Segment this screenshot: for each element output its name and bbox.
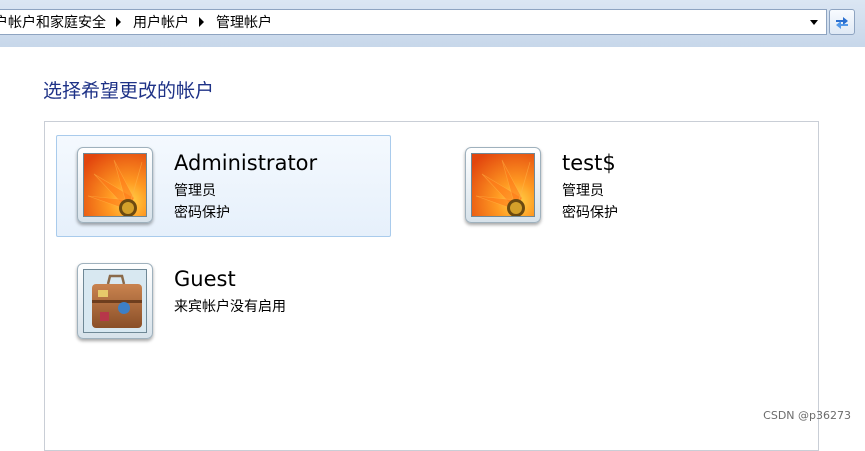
suitcase-picture-icon bbox=[84, 270, 146, 332]
account-picture bbox=[465, 147, 541, 223]
flower-picture-icon bbox=[472, 154, 534, 216]
account-name: Guest bbox=[174, 267, 236, 291]
account-status: 来宾帐户没有启用 bbox=[174, 299, 286, 315]
account-guest[interactable]: Guest 来宾帐户没有启用 bbox=[56, 251, 391, 353]
breadcrumb-item-family-safety[interactable]: 户帐户和家庭安全 bbox=[0, 12, 110, 32]
triangle-right-icon[interactable] bbox=[199, 17, 204, 27]
refresh-button[interactable] bbox=[829, 9, 855, 35]
account-name: Administrator bbox=[174, 151, 318, 175]
chevron-down-icon bbox=[810, 19, 818, 25]
account-type: 管理员 bbox=[562, 183, 604, 199]
account-name: test$ bbox=[562, 151, 616, 175]
account-picture bbox=[77, 263, 153, 339]
account-type: 管理员 bbox=[174, 183, 216, 199]
account-picture bbox=[77, 147, 153, 223]
breadcrumb-item-user-accounts[interactable]: 用户帐户 bbox=[129, 12, 193, 32]
account-password-status: 密码保护 bbox=[174, 205, 230, 221]
account-password-status: 密码保护 bbox=[562, 205, 618, 221]
refresh-icon bbox=[836, 17, 848, 29]
account-administrator[interactable]: Administrator 管理员 密码保护 bbox=[56, 135, 391, 237]
watermark: CSDN @p36273 bbox=[763, 409, 851, 422]
address-bar[interactable]: 户帐户和家庭安全 用户帐户 管理帐户 bbox=[0, 9, 827, 35]
address-bar-region: 户帐户和家庭安全 用户帐户 管理帐户 bbox=[0, 0, 865, 47]
accounts-panel: Administrator 管理员 密码保护 test$ 管理员 密码保护 Gu… bbox=[44, 121, 819, 451]
breadcrumb-item-manage-accounts[interactable]: 管理帐户 bbox=[212, 12, 276, 32]
triangle-right-icon[interactable] bbox=[116, 17, 121, 27]
flower-picture-icon bbox=[84, 154, 146, 216]
address-dropdown-button[interactable] bbox=[805, 10, 823, 34]
page-title: 选择希望更改的帐户 bbox=[43, 80, 215, 102]
account-test[interactable]: test$ 管理员 密码保护 bbox=[444, 135, 779, 237]
